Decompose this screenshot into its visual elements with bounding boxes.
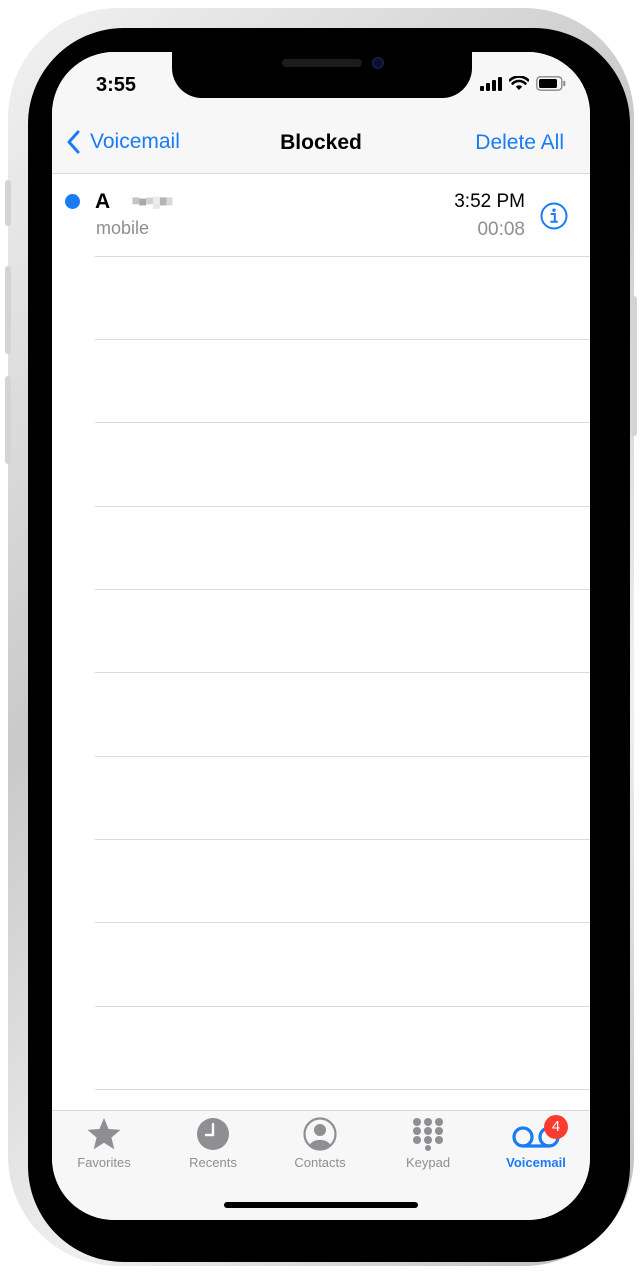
back-button[interactable]: Voicemail [66, 130, 180, 154]
tab-label: Keypad [405, 1155, 451, 1170]
voicemail-row[interactable]: A mobile 3:52 PM 00:08 [52, 174, 590, 256]
clock-icon [197, 1118, 229, 1150]
delete-all-button[interactable]: Delete All [475, 131, 564, 155]
row-separator [95, 922, 590, 923]
row-separator [95, 839, 590, 840]
tab-label: Contacts [294, 1155, 346, 1170]
front-camera [372, 57, 384, 69]
home-indicator[interactable] [224, 1202, 418, 1208]
speaker-grille [282, 59, 362, 67]
pixelated-redaction [132, 196, 173, 210]
tab-contacts[interactable]: Contacts [275, 1117, 365, 1170]
voicemail-badge: 4 [544, 1115, 568, 1139]
info-icon[interactable] [540, 202, 568, 230]
star-icon [87, 1118, 121, 1150]
row-separator [95, 756, 590, 757]
row-separator [95, 256, 590, 257]
tab-keypad[interactable]: Keypad [383, 1117, 473, 1170]
tab-voicemail[interactable]: 4 Voicemail [491, 1115, 581, 1170]
status-icons [480, 76, 566, 91]
screen: 3:55 Voicemail Blocked Delete All A mobi… [52, 52, 590, 1220]
row-separator [95, 1006, 590, 1007]
caller-name: A [95, 190, 189, 214]
tab-label: Favorites [77, 1155, 131, 1170]
person-circle-icon [303, 1117, 337, 1151]
row-separator [95, 422, 590, 423]
power-button [631, 296, 637, 436]
caller-name-text: A [95, 190, 110, 213]
row-separator [95, 506, 590, 507]
caller-label: mobile [96, 218, 150, 238]
row-separator [95, 672, 590, 673]
tab-label: Voicemail [506, 1155, 566, 1170]
row-separator [95, 589, 590, 590]
keypad-icon [413, 1118, 443, 1151]
tab-favorites[interactable]: Favorites [59, 1117, 149, 1170]
status-time: 3:55 [96, 74, 137, 96]
tab-label: Recents [189, 1155, 237, 1170]
wifi-icon [509, 76, 529, 90]
unread-indicator [65, 194, 80, 209]
chevron-left-icon [67, 130, 80, 154]
volume-up-button [5, 266, 11, 354]
row-separator [95, 1089, 590, 1090]
voicemail-duration: 00:08 [477, 219, 525, 240]
back-button-label: Voicemail [90, 130, 180, 153]
cellular-signal-icon [480, 76, 502, 91]
mute-switch [5, 180, 11, 226]
row-separator [95, 339, 590, 340]
notch [172, 52, 472, 98]
volume-down-button [5, 376, 11, 464]
tab-recents[interactable]: Recents [168, 1117, 258, 1170]
voicemail-time: 3:52 PM [454, 191, 525, 212]
battery-icon [536, 76, 566, 91]
